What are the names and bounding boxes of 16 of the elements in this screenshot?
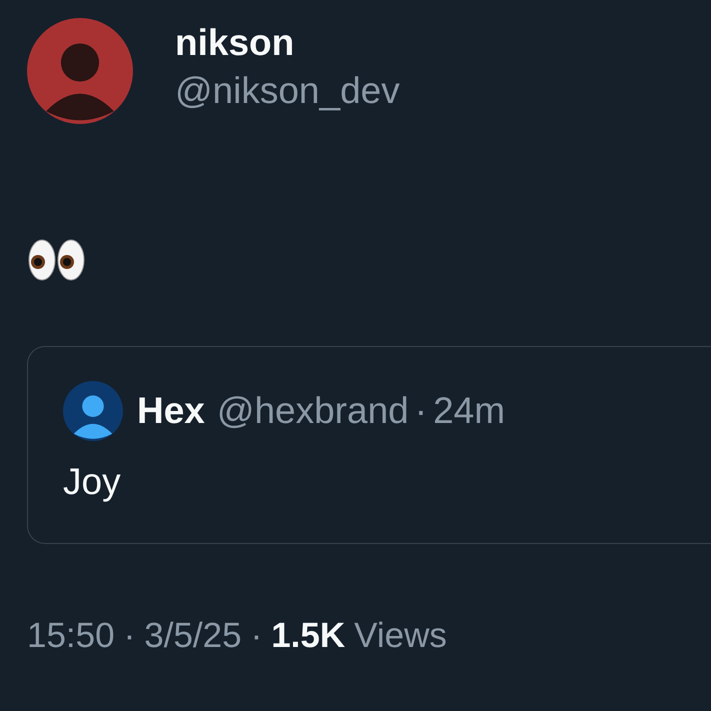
views-count: 1.5K xyxy=(271,616,346,656)
separator-dot: · xyxy=(124,616,136,656)
separator-dot: · xyxy=(414,390,428,432)
avatar-icon[interactable] xyxy=(63,381,123,441)
author-name[interactable]: nikson xyxy=(175,22,400,64)
quoted-author-name: Hex xyxy=(137,390,205,432)
separator-dot: · xyxy=(250,616,262,656)
post-date: 3/5/25 xyxy=(144,616,242,656)
author-handle[interactable]: @nikson_dev xyxy=(175,70,400,112)
post-time: 15:50 xyxy=(27,616,115,656)
quoted-post-text: Joy xyxy=(63,461,122,503)
views-label: Views xyxy=(354,616,447,656)
post-age: 24m xyxy=(433,390,506,432)
quoted-post-card[interactable]: Hex @hexbrand · 24m Joy xyxy=(27,346,711,544)
eyes-icon xyxy=(27,238,87,282)
quoted-author-handle: @hexbrand xyxy=(216,390,409,432)
